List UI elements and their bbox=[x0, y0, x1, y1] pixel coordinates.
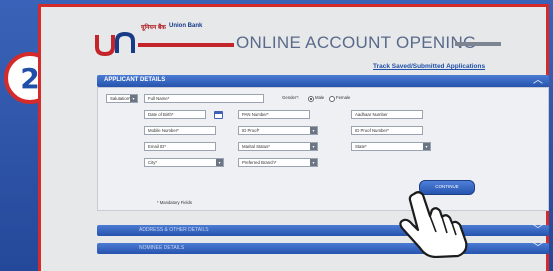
mandatory-note: * Mandatory Fields bbox=[157, 200, 192, 205]
pointer-hand-icon bbox=[399, 191, 468, 258]
id-proof-value: ID Proof* bbox=[242, 128, 260, 133]
marital-status-select[interactable]: Marital Status* ▾ bbox=[238, 142, 318, 151]
email-placeholder: Email ID* bbox=[148, 144, 166, 149]
title-accent-red bbox=[138, 43, 234, 47]
chevron-down-icon: ▾ bbox=[310, 159, 317, 166]
female-radio[interactable] bbox=[329, 96, 335, 102]
full-name-input[interactable]: Full Name* bbox=[144, 94, 264, 103]
state-select[interactable]: State* ▾ bbox=[351, 142, 431, 151]
section-title: APPLICANT DETAILS bbox=[104, 77, 166, 83]
brand-hindi: यूनियन बैंक bbox=[141, 25, 166, 31]
chevron-down-icon: ▾ bbox=[130, 95, 137, 102]
male-radio[interactable] bbox=[308, 96, 314, 102]
marital-status-value: Marital Status* bbox=[242, 144, 270, 149]
dob-placeholder: Date of Birth* bbox=[148, 112, 174, 117]
aadhaar-input[interactable]: Aadhaar Number bbox=[351, 110, 423, 119]
chevron-down-icon[interactable]: ﹀ bbox=[531, 225, 545, 239]
pan-input[interactable]: PAN Number* bbox=[238, 110, 310, 119]
preferred-branch-value: Preferred Branch* bbox=[242, 160, 277, 165]
email-input[interactable]: Email ID* bbox=[144, 142, 216, 151]
state-value: State* bbox=[355, 144, 367, 149]
gender-label: Gender*: bbox=[282, 95, 300, 100]
male-label: Male bbox=[315, 95, 325, 100]
chevron-down-icon: ▾ bbox=[310, 143, 317, 150]
full-name-placeholder: Full Name* bbox=[148, 96, 170, 101]
calendar-icon[interactable] bbox=[214, 111, 223, 119]
pan-placeholder: PAN Number* bbox=[242, 112, 269, 117]
id-proof-select[interactable]: ID Proof* ▾ bbox=[238, 126, 318, 135]
page-title: ONLINE ACCOUNT OPENING bbox=[236, 33, 477, 52]
id-proof-number-input[interactable]: ID Proof Number* bbox=[351, 126, 423, 135]
salutation-value: Salutation* bbox=[110, 96, 131, 101]
section-title: NOMINEE DETAILS bbox=[139, 245, 185, 251]
section-title: ADDRESS & OTHER DETAILS bbox=[139, 227, 209, 233]
applicant-section-header[interactable]: APPLICANT DETAILS ︿ bbox=[97, 75, 549, 87]
preferred-branch-select[interactable]: Preferred Branch* ▾ bbox=[238, 158, 318, 167]
union-bank-logo-icon bbox=[95, 31, 135, 57]
header: यूनियन बैंक Union Bank ONLINE ACCOUNT OP… bbox=[41, 7, 546, 65]
aadhaar-placeholder: Aadhaar Number bbox=[355, 112, 388, 117]
chevron-down-icon: ▾ bbox=[310, 127, 317, 134]
mobile-placeholder: Mobile Number* bbox=[148, 128, 179, 133]
brand-english: Union Bank bbox=[169, 23, 203, 29]
female-label: Female bbox=[336, 95, 351, 100]
mobile-input[interactable]: Mobile Number* bbox=[144, 126, 216, 135]
chevron-down-icon: ▾ bbox=[423, 143, 430, 150]
title-accent-gray bbox=[455, 42, 501, 46]
salutation-select[interactable]: Salutation* ▾ bbox=[106, 94, 138, 103]
city-value: City* bbox=[148, 160, 158, 165]
dob-input[interactable]: Date of Birth* bbox=[144, 110, 206, 119]
track-applications-link[interactable]: Track Saved/Submitted Applications bbox=[373, 63, 485, 70]
city-select[interactable]: City* ▾ bbox=[144, 158, 224, 167]
chevron-down-icon[interactable]: ﹀ bbox=[531, 243, 545, 257]
id-proof-number-placeholder: ID Proof Number* bbox=[355, 128, 389, 133]
chevron-down-icon: ▾ bbox=[216, 159, 223, 166]
step-number: 2 bbox=[20, 61, 40, 95]
